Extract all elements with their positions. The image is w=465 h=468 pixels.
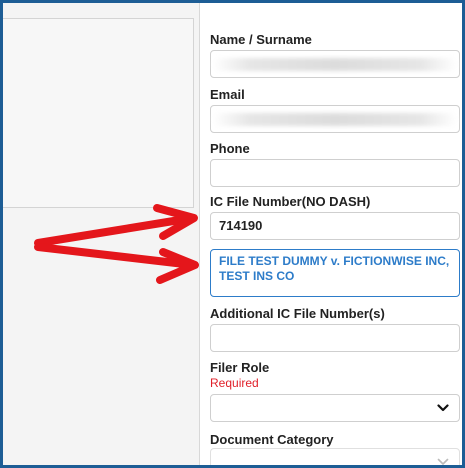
filer-role-select[interactable]	[210, 394, 460, 422]
filer-role-label: Filer Role	[210, 360, 270, 375]
additional-ic-field[interactable]	[210, 324, 460, 352]
filer-role-required: Required	[210, 376, 259, 390]
additional-ic-label: Additional IC File Number(s)	[210, 306, 385, 321]
case-match-result[interactable]: FILE TEST DUMMY v. FICTIONWISE INC, TEST…	[210, 249, 460, 297]
chevron-down-icon	[437, 458, 449, 465]
ic-file-number-label: IC File Number(NO DASH)	[210, 194, 371, 209]
ic-file-number-field[interactable]: 714190	[210, 212, 460, 240]
ic-file-number-value: 714190	[219, 218, 263, 233]
chevron-down-icon	[437, 404, 449, 412]
email-field[interactable]	[210, 105, 460, 133]
redacted-email	[213, 113, 457, 126]
phone-field[interactable]	[210, 159, 460, 187]
document-preview-panel	[3, 18, 194, 208]
document-category-select[interactable]	[210, 448, 460, 465]
name-label: Name / Surname	[210, 32, 312, 47]
redacted-name	[213, 58, 457, 71]
filing-form: Name / Surname Email Phone IC File Numbe…	[200, 3, 462, 465]
name-field[interactable]	[210, 50, 460, 78]
document-category-label: Document Category	[210, 432, 334, 447]
window-frame: Name / Surname Email Phone IC File Numbe…	[0, 0, 465, 468]
email-label: Email	[210, 87, 245, 102]
phone-label: Phone	[210, 141, 250, 156]
left-pane	[3, 3, 199, 465]
